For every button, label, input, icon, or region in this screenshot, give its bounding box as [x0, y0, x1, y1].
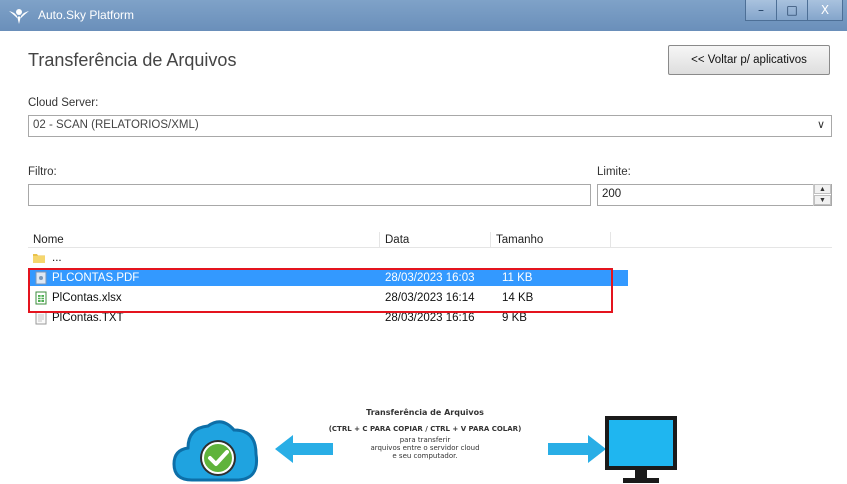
- maximize-button[interactable]: □: [776, 0, 808, 21]
- filter-label: Filtro:: [28, 166, 57, 178]
- cloud-check-icon: [172, 420, 259, 482]
- window-title: Auto.Sky Platform: [38, 8, 135, 22]
- banner-line-2: arquivos entre o servidor cloud: [370, 444, 480, 452]
- cloud-server-value: 02 - SCAN (RELATORIOS/XML): [33, 119, 199, 131]
- column-header-name[interactable]: Nome: [28, 232, 380, 248]
- spin-up-icon[interactable]: ▲: [814, 184, 831, 194]
- page-title: Transferência de Arquivos: [28, 50, 237, 70]
- cloud-server-label: Cloud Server:: [28, 97, 99, 109]
- limit-label: Limite:: [597, 166, 631, 178]
- cloud-server-select[interactable]: 02 - SCAN (RELATORIOS/XML) ∨: [28, 115, 832, 137]
- parent-dir-label: ...: [52, 252, 62, 264]
- banner-line-1: para transferir: [399, 436, 451, 444]
- text-file-icon: [35, 311, 47, 325]
- file-list-header: Nome Data Tamanho: [28, 232, 832, 248]
- folder-icon: [33, 254, 45, 263]
- back-to-apps-button[interactable]: << Voltar p/ aplicativos: [668, 45, 830, 75]
- arrow-right-icon: [548, 435, 606, 463]
- column-header-date[interactable]: Data: [380, 232, 491, 248]
- banner-title: Transferência de Arquivos: [366, 408, 484, 417]
- title-bar: Auto.Sky Platform – □ X: [0, 0, 847, 31]
- computer-monitor-icon: [605, 416, 677, 483]
- close-button[interactable]: X: [807, 0, 843, 21]
- banner-shortcut: (CTRL + C PARA COPIAR / CTRL + V PARA CO…: [328, 425, 522, 433]
- column-header-size[interactable]: Tamanho: [491, 232, 611, 248]
- transfer-banner: Transferência de Arquivos (CTRL + C PARA…: [0, 400, 847, 484]
- minimize-button[interactable]: –: [745, 0, 777, 21]
- limit-input[interactable]: 200: [597, 184, 832, 206]
- filter-input[interactable]: [28, 184, 591, 206]
- banner-line-3: e seu computador.: [392, 452, 458, 460]
- app-logo-icon: [9, 9, 29, 24]
- chevron-down-icon[interactable]: ∨: [817, 118, 825, 131]
- highlight-box: [28, 268, 613, 313]
- limit-spinner[interactable]: ▲ ▼: [813, 184, 831, 206]
- spin-down-icon[interactable]: ▼: [814, 195, 831, 205]
- limit-value: 200: [602, 188, 622, 200]
- list-item-parent-dir[interactable]: ...: [28, 250, 628, 266]
